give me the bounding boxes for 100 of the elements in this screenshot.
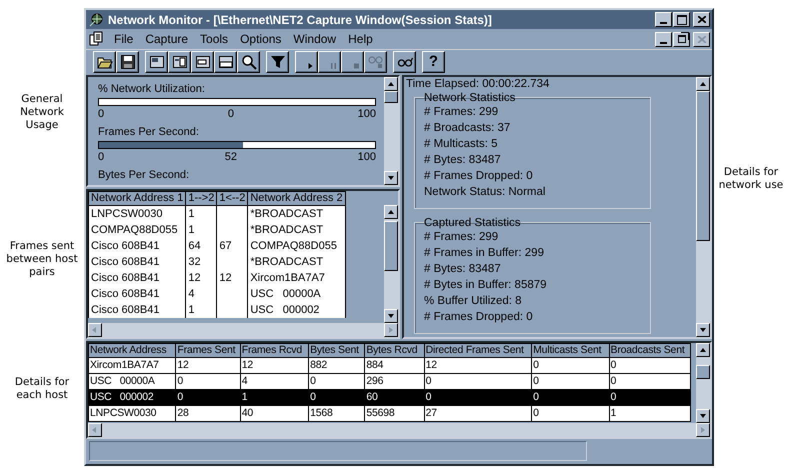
statistic: # Frames: 299 <box>424 104 500 120</box>
table-cell: 1 <box>186 302 217 318</box>
table-row[interactable]: LNPCSW0030 28 40 1568 55698 27 0 1 <box>88 405 690 422</box>
gauge-reading: 0 <box>228 108 234 121</box>
scroll-up-button[interactable] <box>384 204 398 219</box>
column-header[interactable]: Multicasts Sent <box>532 343 610 358</box>
document-icon <box>88 31 104 48</box>
scroll-thumb[interactable] <box>696 364 710 379</box>
annotation: Frames sent between host pairs <box>5 240 79 279</box>
horizontal-scrollbar[interactable] <box>88 422 710 437</box>
menu-item[interactable]: Window <box>287 32 342 46</box>
table-cell: Cisco 608B41 <box>88 270 186 286</box>
window-title: Network Monitor - [\Ethernet\NET2 Capture Window(Session Stats)] <box>108 12 493 27</box>
toolbar-button[interactable] <box>214 51 237 74</box>
funnel-icon <box>270 54 286 70</box>
pause-icon <box>331 63 336 70</box>
scroll-thumb[interactable] <box>696 90 710 241</box>
table-cell: *BROADCAST <box>248 254 346 270</box>
table-cell: 12 <box>186 270 217 286</box>
column-header[interactable]: Bytes Rcvd <box>364 343 424 358</box>
scale-min: 0 <box>98 150 104 164</box>
gauge-label: Bytes Per Second: <box>98 168 190 181</box>
minimize-button[interactable] <box>655 12 672 28</box>
column-header[interactable]: Network Address 2 <box>248 191 346 206</box>
statistic: Network Status: Normal <box>424 184 546 200</box>
statistic: # Multicasts: 5 <box>424 136 498 152</box>
horizontal-scrollbar[interactable] <box>88 322 398 337</box>
scroll-down-button[interactable] <box>696 322 710 337</box>
vertical-scrollbar[interactable] <box>696 76 710 337</box>
close-icon <box>698 36 706 43</box>
statistic: # Frames in Buffer: 299 <box>424 246 545 261</box>
toolbar-button[interactable] <box>168 51 191 74</box>
scroll-up-button[interactable] <box>696 76 710 91</box>
table-cell: 1 <box>186 222 217 238</box>
scale-max: 100 <box>358 150 376 164</box>
vertical-scrollbar[interactable] <box>384 76 398 185</box>
restore-button[interactable] <box>673 32 690 47</box>
toolbar-button[interactable] <box>191 51 214 74</box>
play-icon <box>308 63 313 70</box>
maximize-button[interactable] <box>673 12 690 28</box>
scroll-left-button[interactable] <box>88 422 102 437</box>
window-layout-icon <box>194 54 210 70</box>
table-cell: *BROADCAST <box>248 222 346 238</box>
column-header[interactable]: Directed Frames Sent <box>424 343 532 358</box>
statistic: # Frames: 299 <box>424 230 500 245</box>
scroll-up-button[interactable] <box>384 76 398 91</box>
column-header[interactable]: Frames Rcvd <box>240 343 309 358</box>
statistic: # Bytes in Buffer: 85879 <box>424 278 548 293</box>
statistic: # Frames Dropped: 0 <box>424 168 534 184</box>
close-button[interactable] <box>693 32 710 47</box>
column-header[interactable]: 1-->2 <box>186 191 217 206</box>
scroll-down-button[interactable] <box>384 170 398 185</box>
scroll-thumb[interactable] <box>384 220 398 271</box>
toolbar-button[interactable] <box>116 51 139 74</box>
toolbar-button[interactable] <box>393 51 416 74</box>
scale-min: 0 <box>98 108 104 121</box>
search-icon <box>240 54 256 70</box>
gauge-reading: 52 <box>224 150 237 164</box>
vertical-scrollbar[interactable] <box>384 204 398 323</box>
table-cell: 64 <box>186 238 217 254</box>
menu-item[interactable]: File <box>108 32 140 46</box>
column-header[interactable]: Broadcasts Sent <box>609 343 690 358</box>
toolbar-button[interactable] <box>266 51 289 74</box>
table-row[interactable]: USC 000002 0 1 0 60 0 0 0 <box>88 389 690 406</box>
table-row[interactable]: Xircom1BA7A7 12 12 882 884 12 0 0 <box>88 357 690 374</box>
scroll-up-button[interactable] <box>696 342 710 357</box>
toolbar-button[interactable] <box>145 51 168 74</box>
scroll-down-button[interactable] <box>696 408 710 423</box>
column-header[interactable]: Frames Sent <box>176 343 240 358</box>
menu-item[interactable]: Options <box>234 32 288 46</box>
table-cell: USC 00000A <box>248 286 346 302</box>
scroll-down-button[interactable] <box>384 308 398 323</box>
column-header[interactable]: Network Address 1 <box>88 191 186 206</box>
scroll-right-button[interactable] <box>384 322 398 337</box>
menu-item[interactable]: Tools <box>194 32 234 46</box>
menu-item[interactable]: Help <box>342 32 379 46</box>
help-button[interactable]: ? <box>422 51 445 74</box>
close-button[interactable] <box>693 12 710 28</box>
column-header[interactable]: 1<--2 <box>216 191 248 206</box>
table-row[interactable]: USC 00000A 0 4 0 296 0 0 0 <box>88 373 690 390</box>
menu-item[interactable]: Capture <box>139 32 194 46</box>
scroll-left-button[interactable] <box>88 322 102 337</box>
table-cell: Cisco 608B41 <box>88 302 186 318</box>
scroll-thumb[interactable] <box>384 90 398 103</box>
toolbar-button[interactable] <box>93 51 116 74</box>
table-cell: 1 <box>186 205 217 222</box>
vertical-scrollbar[interactable] <box>696 342 710 423</box>
table-cell: Cisco 608B41 <box>88 286 186 302</box>
toolbar-button[interactable] <box>237 51 260 74</box>
column-header[interactable]: Bytes Sent <box>308 343 365 358</box>
minimize-button[interactable] <box>655 32 672 47</box>
column-header[interactable]: Network Address <box>88 343 176 358</box>
table-cell: Cisco 608B41 <box>88 238 186 254</box>
window-layout-icon <box>172 54 188 70</box>
table-cell: COMPAQ88D055 <box>248 238 346 254</box>
window-layout-icon <box>218 54 234 70</box>
glasses-icon <box>368 54 384 70</box>
scroll-right-button[interactable] <box>696 422 710 437</box>
statistic: % Buffer Utilized: 8 <box>424 294 523 309</box>
toolbar-button[interactable] <box>295 51 318 74</box>
